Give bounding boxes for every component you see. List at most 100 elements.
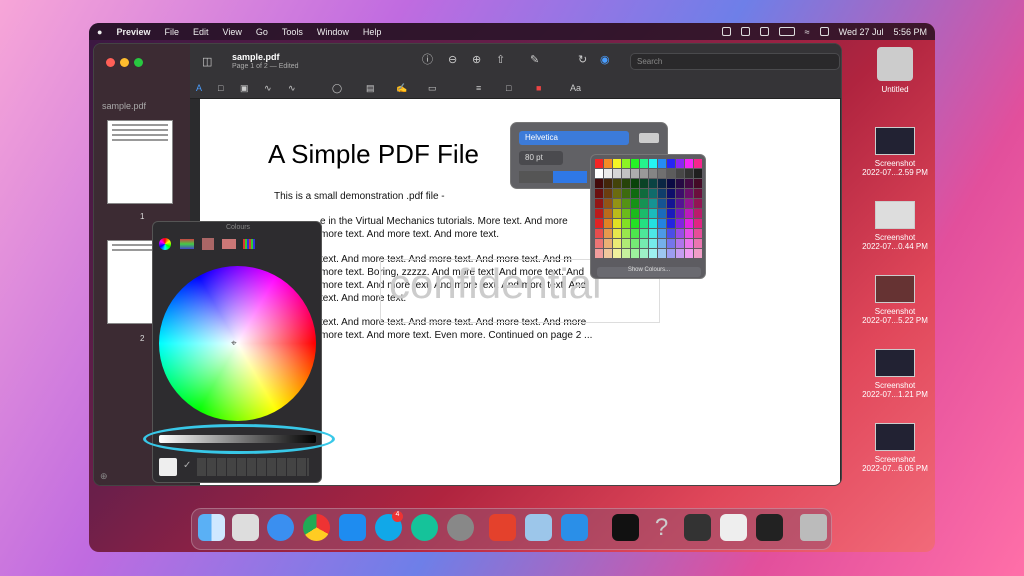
color-swatch[interactable] xyxy=(676,159,684,168)
folder-icon[interactable] xyxy=(612,514,639,541)
color-swatch[interactable] xyxy=(604,169,612,178)
launchpad-icon[interactable] xyxy=(232,514,259,541)
pdf-app-icon[interactable] xyxy=(489,514,516,541)
color-swatch[interactable] xyxy=(595,169,603,178)
color-swatch[interactable] xyxy=(694,199,702,208)
color-swatch[interactable] xyxy=(649,199,657,208)
color-swatch[interactable] xyxy=(658,239,666,248)
color-swatch[interactable] xyxy=(667,199,675,208)
markup-icon[interactable]: ✎ xyxy=(530,54,539,66)
color-swatch[interactable] xyxy=(685,219,693,228)
color-swatch[interactable] xyxy=(685,209,693,218)
note-icon[interactable]: ▭ xyxy=(428,82,437,94)
color-swatch[interactable] xyxy=(667,159,675,168)
status-icon[interactable] xyxy=(759,27,769,36)
color-swatch[interactable] xyxy=(640,169,648,178)
recent-window-icon[interactable] xyxy=(756,514,783,541)
zoom-button[interactable] xyxy=(134,58,143,67)
color-swatch[interactable] xyxy=(685,239,693,248)
color-swatch[interactable] xyxy=(631,249,639,258)
color-swatch[interactable] xyxy=(631,219,639,228)
share-icon[interactable]: ⇧ xyxy=(496,54,505,66)
color-swatch[interactable] xyxy=(622,209,630,218)
color-swatch[interactable] xyxy=(640,209,648,218)
image-palettes-tab-icon[interactable] xyxy=(222,239,236,249)
color-swatch[interactable] xyxy=(604,189,612,198)
menu-view[interactable]: View xyxy=(223,27,242,37)
color-swatch[interactable] xyxy=(622,159,630,168)
color-wheel[interactable] xyxy=(159,266,316,421)
color-swatch[interactable] xyxy=(649,189,657,198)
shape-style-icon[interactable]: ≡ xyxy=(476,82,481,94)
color-swatch[interactable] xyxy=(604,199,612,208)
color-swatch[interactable] xyxy=(640,179,648,188)
color-swatch[interactable] xyxy=(667,179,675,188)
color-swatch[interactable] xyxy=(694,239,702,248)
color-swatch[interactable] xyxy=(694,189,702,198)
color-swatch[interactable] xyxy=(613,249,621,258)
color-swatch[interactable] xyxy=(667,249,675,258)
color-swatch[interactable] xyxy=(676,199,684,208)
color-swatch[interactable] xyxy=(613,159,621,168)
pencils-tab-icon[interactable] xyxy=(243,239,255,249)
color-swatch[interactable] xyxy=(622,219,630,228)
safari-icon[interactable] xyxy=(267,514,294,541)
desktop-icon-screenshot[interactable]: Screenshot 2022-07...1.21 PM xyxy=(855,349,935,399)
add-icon[interactable]: ⊕ xyxy=(100,471,108,482)
current-color-well[interactable] xyxy=(159,458,177,476)
color-swatch[interactable] xyxy=(640,159,648,168)
color-swatch[interactable] xyxy=(685,179,693,188)
color-swatch[interactable] xyxy=(685,159,693,168)
color-swatch[interactable] xyxy=(613,169,621,178)
color-swatch[interactable] xyxy=(685,199,693,208)
rotate-icon[interactable]: ↻ xyxy=(578,54,587,66)
fill-color-icon[interactable]: ■ xyxy=(536,82,541,94)
info-icon[interactable]: ⓘ xyxy=(422,54,433,66)
close-button[interactable] xyxy=(106,58,115,67)
color-swatch[interactable] xyxy=(604,179,612,188)
color-swatch[interactable] xyxy=(676,169,684,178)
color-swatch[interactable] xyxy=(649,239,657,248)
color-swatch[interactable] xyxy=(640,219,648,228)
color-swatch[interactable] xyxy=(676,229,684,238)
color-swatch[interactable] xyxy=(622,169,630,178)
sketch-icon[interactable]: ∿ xyxy=(264,82,272,94)
menu-edit[interactable]: Edit xyxy=(193,27,209,37)
color-swatch[interactable] xyxy=(595,249,603,258)
color-swatch[interactable] xyxy=(613,209,621,218)
color-swatch[interactable] xyxy=(658,169,666,178)
color-swatch[interactable] xyxy=(649,159,657,168)
color-swatch[interactable] xyxy=(667,239,675,248)
saved-swatches[interactable] xyxy=(197,458,309,476)
color-swatch[interactable] xyxy=(640,249,648,258)
color-swatch[interactable] xyxy=(622,179,630,188)
color-swatch[interactable] xyxy=(622,189,630,198)
annotate-icon[interactable]: ◉ xyxy=(600,54,610,66)
color-swatch[interactable] xyxy=(604,229,612,238)
color-swatch[interactable] xyxy=(640,239,648,248)
color-swatch[interactable] xyxy=(658,219,666,228)
color-swatch[interactable] xyxy=(604,159,612,168)
color-swatch[interactable] xyxy=(658,229,666,238)
control-center-icon[interactable] xyxy=(819,27,829,36)
color-swatch[interactable] xyxy=(595,179,603,188)
search-input[interactable]: Search xyxy=(630,53,840,70)
color-swatch[interactable] xyxy=(694,179,702,188)
text-style-icon[interactable]: Aa xyxy=(570,82,581,94)
apple-menu-icon[interactable]: ● xyxy=(97,27,102,37)
color-swatch[interactable] xyxy=(604,239,612,248)
zoom-out-icon[interactable]: ⊖ xyxy=(448,54,457,66)
status-icon[interactable] xyxy=(721,27,731,36)
app-store-icon[interactable] xyxy=(339,514,366,541)
color-swatch[interactable] xyxy=(667,209,675,218)
redact-icon[interactable]: ▣ xyxy=(240,82,249,94)
color-swatch[interactable] xyxy=(694,159,702,168)
status-icon[interactable] xyxy=(740,27,750,36)
battery-icon[interactable] xyxy=(778,27,795,36)
color-swatch[interactable] xyxy=(658,249,666,258)
color-swatch[interactable] xyxy=(613,229,621,238)
color-swatch[interactable] xyxy=(613,189,621,198)
color-swatch[interactable] xyxy=(685,249,693,258)
color-swatch[interactable] xyxy=(613,239,621,248)
menubar-date[interactable]: Wed 27 Jul xyxy=(839,27,884,37)
